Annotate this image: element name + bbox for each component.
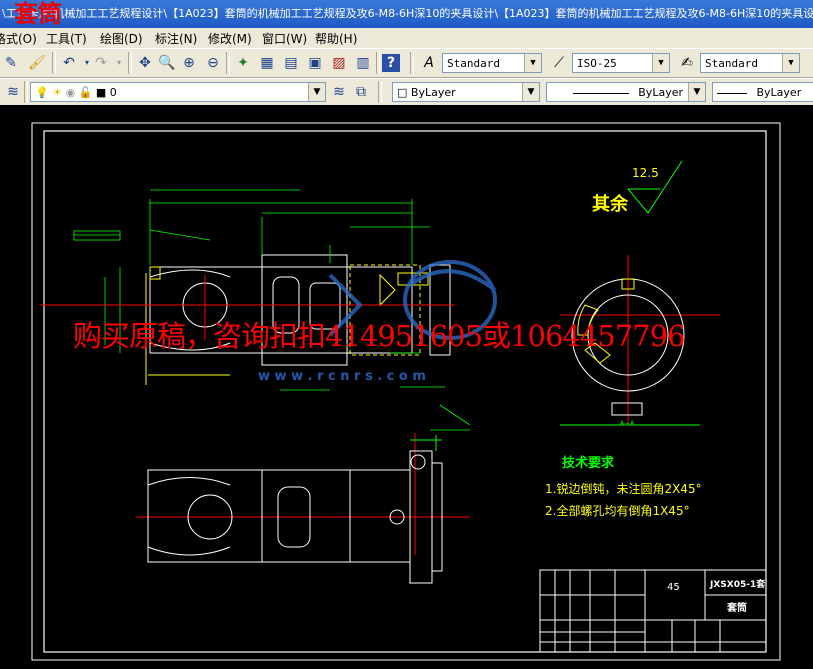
linetype-select[interactable]: ByLayer ▼ [546, 82, 706, 102]
zoom-realtime-icon[interactable]: 🔍 [158, 54, 176, 72]
redo-dropdown-icon[interactable]: ▾ [110, 54, 128, 72]
color-swatch-icon: □ [397, 86, 408, 99]
menu-draw[interactable]: 绘图(D) [100, 30, 143, 47]
toolbar-separator [410, 52, 414, 74]
sheet-set-icon[interactable]: ▣ [306, 54, 324, 72]
lightbulb-icon: 💡 [35, 86, 49, 99]
text-style-value: Standard [447, 57, 500, 70]
window-title-bar: \工艺卡片\机械加工工艺规程设计\【1A023】套筒的机械加工工艺规程及攻6-M… [0, 0, 813, 28]
top-view [147, 435, 443, 584]
layers-toolbar: ≋ 💡 ☀ ◉ 🔓 ■ 0 ▼ ≋ ⧉ □ ByLayer ▼ ByLayer … [0, 78, 813, 106]
front-view-dimensions [73, 189, 471, 431]
design-center-icon[interactable]: ▦ [258, 54, 276, 72]
pan-icon[interactable]: ✥ [136, 54, 154, 72]
toolbar-separator [376, 52, 380, 74]
drawing-number: JXSX05-1套 [709, 578, 766, 590]
chevron-down-icon[interactable]: ▼ [782, 54, 799, 72]
tool-palettes-icon[interactable]: ▤ [282, 54, 300, 72]
table-style-select[interactable]: Standard ▼ [700, 53, 800, 73]
unlock-icon: 🔓 [78, 86, 93, 99]
menu-window[interactable]: 窗口(W) [262, 30, 307, 47]
lineweight-select[interactable]: ByLayer [712, 82, 813, 102]
layer-select[interactable]: 💡 ☀ ◉ 🔓 ■ 0 ▼ [30, 82, 326, 102]
help-icon[interactable]: ? [382, 54, 400, 72]
text-style-select[interactable]: Standard ▼ [442, 53, 542, 73]
roughness-other-label: 其余 [592, 193, 629, 215]
sun-icon: ☀ [52, 86, 63, 99]
layer-color-icon: ■ [95, 86, 107, 99]
text-style-icon[interactable]: A [420, 54, 438, 72]
linetype-value: ByLayer [638, 86, 683, 99]
toolbar-separator [128, 52, 132, 74]
dimension-style-value: ISO-25 [577, 57, 617, 70]
roughness-value: 12.5 [632, 166, 659, 180]
zoom-window-icon[interactable]: ⊕ [180, 54, 198, 72]
chevron-down-icon[interactable]: ▼ [688, 83, 705, 101]
linetype-preview [572, 92, 629, 94]
color-select[interactable]: □ ByLayer ▼ [392, 82, 540, 102]
chevron-down-icon[interactable]: ▼ [524, 54, 541, 72]
toolbar-separator [226, 52, 230, 74]
tech-requirement-2: 2.全部螺孔均有倒角1X45° [545, 503, 690, 518]
freeze-viewport-icon: ◉ [65, 86, 76, 99]
color-value: ByLayer [410, 86, 456, 99]
zoom-previous-icon[interactable]: ⊖ [204, 54, 222, 72]
layer-previous-icon[interactable]: ⧉ [352, 83, 370, 101]
section-label: A—A [620, 420, 635, 427]
lineweight-preview [717, 92, 747, 94]
dimension-style-select[interactable]: ISO-25 ▼ [572, 53, 670, 73]
pencil-icon[interactable]: ✎ [2, 54, 20, 72]
dimension-style-icon[interactable]: ⟋ [550, 54, 568, 72]
table-style-value: Standard [705, 57, 758, 70]
standard-toolbar: ✎ 🖌 ↶ ▾ ↷ ▾ ✥ 🔍 ⊕ ⊖ ✦ ▦ ▤ ▣ ▨ ▥ ? A Stan… [0, 48, 813, 78]
material-value: 45 [667, 582, 680, 593]
site-url-watermark: w w w . r c n r s . c o m [258, 369, 426, 384]
purchase-watermark: 购买原稿，咨询扣扣414951605或1064457796 [73, 319, 686, 353]
cad-drawing: A—A w w w . r c n r s . c o m 12.5 其余 技术… [31, 122, 781, 661]
toolbar-separator [24, 81, 28, 103]
toolbar-separator [52, 52, 56, 74]
sheet-outer-border [31, 122, 781, 661]
chevron-down-icon[interactable]: ▼ [652, 54, 669, 72]
window-title: \工艺卡片\机械加工工艺规程设计\【1A023】套筒的机械加工工艺规程及攻6-M… [2, 7, 813, 20]
menu-tools[interactable]: 工具(T) [46, 30, 87, 47]
markup-icon[interactable]: ▨ [330, 54, 348, 72]
menu-help[interactable]: 帮助(H) [315, 30, 357, 47]
menu-modify[interactable]: 修改(M) [208, 30, 252, 47]
chevron-down-icon[interactable]: ▼ [522, 83, 539, 101]
match-properties-icon[interactable]: 🖌 [28, 54, 46, 72]
sheet-inner-border [43, 130, 767, 653]
menu-bar: 格式(O) 工具(T) 绘图(D) 标注(N) 修改(M) 窗口(W) 帮助(H… [0, 28, 813, 48]
redo-icon[interactable]: ↷ [92, 54, 110, 72]
make-layer-current-icon[interactable]: ≋ [330, 83, 348, 101]
tech-requirements-title: 技术要求 [562, 455, 615, 471]
lineweight-value: ByLayer [756, 86, 802, 99]
undo-icon[interactable]: ↶ [60, 54, 78, 72]
layer-manager-icon[interactable]: ≋ [4, 83, 22, 101]
layer-value: 0 [109, 86, 117, 99]
calculator-icon[interactable]: ▥ [354, 54, 372, 72]
part-name-stamp: 套筒 [14, 0, 62, 28]
drawing-canvas[interactable]: A—A w w w . r c n r s . c o m 12.5 其余 技术… [0, 105, 813, 665]
toolbar-separator [378, 81, 382, 103]
title-block-part-name: 套筒 [726, 601, 747, 614]
chevron-down-icon[interactable]: ▼ [308, 83, 325, 101]
properties-icon[interactable]: ✦ [234, 54, 252, 72]
menu-format[interactable]: 格式(O) [0, 30, 37, 47]
table-style-icon[interactable]: ✍ [678, 54, 696, 72]
menu-dimension[interactable]: 标注(N) [155, 30, 197, 47]
tech-requirement-1: 1.锐边倒钝，未注圆角2X45° [545, 481, 702, 496]
